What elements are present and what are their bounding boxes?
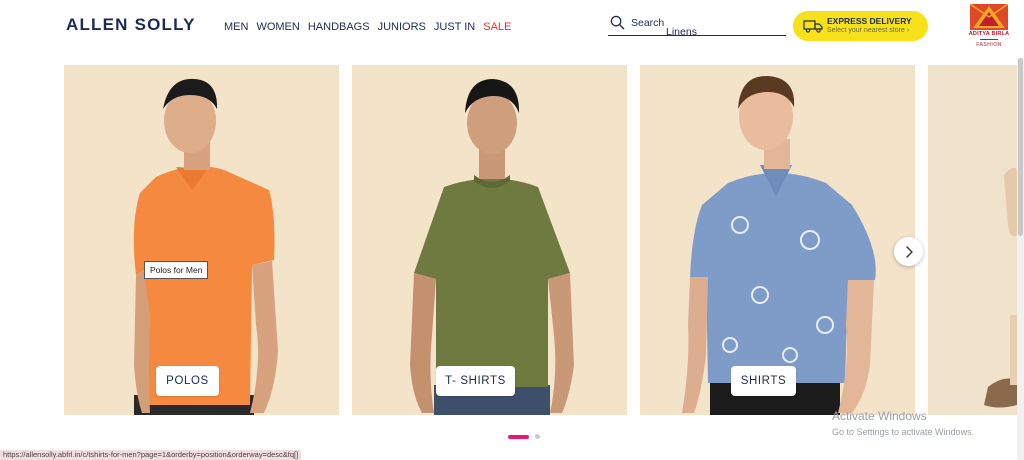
card-label-shirts[interactable]: SHIRTS: [731, 366, 796, 396]
category-card-polos[interactable]: Polos for Men POLOS: [64, 65, 339, 415]
tshirts-model-image: [410, 79, 574, 415]
watermark-subtitle: Go to Settings to activate Windows.: [832, 427, 975, 437]
brand-divider: [980, 39, 998, 40]
aditya-birla-logo[interactable]: ADITYA BIRLA FASHION: [966, 4, 1012, 50]
aditya-birla-sun-icon: [970, 4, 1008, 30]
card-label-polos[interactable]: POLOS: [156, 366, 219, 396]
pagination-dot[interactable]: [535, 434, 540, 439]
page-scrollbar[interactable]: [1017, 58, 1024, 460]
search-label: Search: [631, 17, 665, 29]
partial-model-image: [928, 65, 1017, 415]
card-tooltip: Polos for Men: [144, 261, 209, 279]
main-nav: MEN WOMEN HANDBAGS JUNIORS JUST IN SALE: [224, 21, 511, 33]
status-bar-url: https://allensolly.abfrl.in/c/tshirts-fo…: [0, 450, 302, 460]
allen-solly-logo[interactable]: ALLEN SOLLY: [66, 15, 196, 35]
brand-sub: FASHION: [976, 42, 1002, 48]
category-carousel: Polos for Men POLOS T- SHIRTS SHIRTS: [0, 65, 1024, 417]
carousel-pagination: [508, 434, 540, 439]
scrollbar-thumb[interactable]: [1018, 58, 1023, 236]
search-icon[interactable]: [610, 15, 625, 30]
category-card-shirts[interactable]: SHIRTS: [640, 65, 915, 415]
category-card-next-partial[interactable]: [928, 65, 1017, 415]
brand-name: ADITYA BIRLA: [968, 31, 1010, 37]
express-delivery-subtitle: Select your nearest store ›: [827, 27, 910, 34]
search-value[interactable]: Linens: [666, 26, 697, 38]
search-input[interactable]: Search Linens: [608, 14, 786, 38]
express-delivery-title: EXPRESS DELIVERY: [827, 16, 912, 26]
nav-just-in[interactable]: JUST IN: [434, 21, 475, 33]
nav-women[interactable]: WOMEN: [256, 21, 299, 33]
shirts-model-image: [682, 75, 876, 415]
truck-icon: [803, 20, 823, 33]
nav-sale[interactable]: SALE: [483, 21, 511, 33]
pagination-dot-active[interactable]: [508, 434, 529, 439]
nav-men[interactable]: MEN: [224, 21, 248, 33]
polos-model-image: [133, 78, 278, 415]
card-label-tshirts[interactable]: T- SHIRTS: [436, 366, 515, 396]
activate-windows-watermark: Activate Windows Go to Settings to activ…: [832, 409, 974, 437]
category-card-tshirts[interactable]: T- SHIRTS: [352, 65, 627, 415]
nav-handbags[interactable]: HANDBAGS: [308, 21, 370, 33]
express-delivery-button[interactable]: EXPRESS DELIVERY Select your nearest sto…: [793, 11, 928, 41]
site-header: ALLEN SOLLY MEN WOMEN HANDBAGS JUNIORS J…: [0, 0, 1024, 58]
nav-juniors[interactable]: JUNIORS: [378, 21, 426, 33]
watermark-title: Activate Windows: [832, 409, 927, 423]
carousel-next-button[interactable]: [894, 237, 923, 266]
chevron-right-icon: [905, 245, 913, 258]
